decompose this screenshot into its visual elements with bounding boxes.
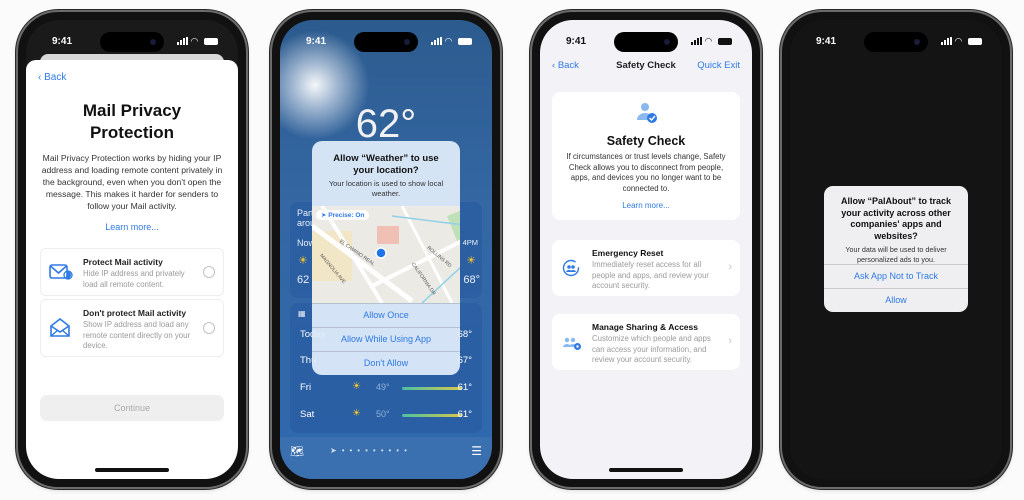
alert-message: Your data will be used to deliver person…	[845, 245, 947, 264]
continue-button[interactable]: Continue	[40, 395, 224, 421]
ask-not-to-track-button[interactable]: Ask App Not to Track	[824, 264, 968, 288]
card-description: If circumstances or trust levels change,…	[566, 152, 726, 193]
sun-icon: ☀	[352, 381, 361, 392]
wifi-icon: ◠	[955, 36, 962, 46]
manage-sharing-row[interactable]: Manage Sharing & Access Customize which …	[552, 314, 740, 370]
day-high: 61°	[457, 382, 472, 393]
envelope-shield-icon	[49, 263, 73, 281]
safety-check-header-card: Safety Check If circumstances or trust l…	[552, 92, 740, 220]
phone-weather-location: 9:41 ◠ 62° Part… arou… Now ☀ 62 4PM ☀ 68…	[272, 12, 500, 487]
wifi-icon: ◠	[445, 36, 452, 46]
hour-temp: 68°	[463, 274, 480, 286]
location-permission-alert: Allow “Weather” to use your location? Yo…	[312, 141, 460, 375]
sun-icon: ☀	[352, 408, 361, 419]
day-high: 61°	[457, 409, 472, 420]
dynamic-island	[614, 32, 678, 52]
battery-icon	[458, 38, 472, 45]
page-dots[interactable]: ➤•••••••••	[330, 446, 412, 455]
signal-icon	[941, 37, 952, 45]
home-indicator	[95, 468, 169, 472]
radio-button[interactable]	[203, 266, 215, 278]
screen: 9:41 ◠ Safety Check ‹ Back Quick Exit Sa…	[540, 20, 752, 479]
day-low: 50°	[376, 409, 390, 419]
open-envelope-icon	[49, 317, 71, 337]
alert-title: Allow “PalAbout” to track your activity …	[840, 196, 951, 241]
allow-while-using-button[interactable]: Allow While Using App	[312, 327, 460, 351]
allow-tracking-button[interactable]: Allow	[824, 288, 968, 312]
phone-mail-privacy: 9:41 ◠ ‹ Back Mail Privacy Protection Ma…	[18, 12, 246, 487]
status-time: 9:41	[306, 36, 327, 47]
battery-icon	[204, 38, 218, 45]
quick-exit-button[interactable]: Quick Exit	[697, 60, 740, 71]
home-indicator	[609, 468, 683, 472]
temp-range-bar	[402, 414, 462, 417]
signal-icon	[691, 37, 702, 45]
tracking-permission-alert: Allow “PalAbout” to track your activity …	[824, 186, 968, 312]
signal-icon	[431, 37, 442, 45]
day-low: 49°	[376, 382, 390, 392]
option-dont-protect-mail[interactable]: Don't protect Mail activity Show IP addr…	[40, 299, 224, 357]
learn-more-link[interactable]: Learn more...	[552, 201, 740, 210]
card-title: Safety Check	[606, 134, 686, 148]
radio-button[interactable]	[203, 322, 215, 334]
chevron-right-icon: ›	[728, 261, 732, 273]
screen: 9:41 ◠ ‹ Back Mail Privacy Protection Ma…	[26, 20, 238, 479]
back-button[interactable]: ‹ Back	[552, 60, 579, 71]
hour-label: 4PM	[462, 238, 478, 247]
list-icon[interactable]: ☰	[471, 444, 482, 458]
description: Mail Privacy Protection works by hiding …	[41, 153, 223, 211]
calendar-icon: ▦	[298, 309, 306, 318]
dynamic-island	[354, 32, 418, 52]
precise-toggle[interactable]: ➤ Precise: On	[316, 210, 370, 220]
page-title: Mail Privacy Protection	[82, 101, 182, 142]
day-label: Sat	[300, 409, 315, 420]
emergency-reset-icon	[562, 259, 580, 277]
manage-sharing-icon	[562, 333, 581, 351]
navigation-bar: Safety Check ‹ Back Quick Exit	[540, 60, 752, 78]
chevron-right-icon: ›	[728, 335, 732, 347]
person-checkmark-icon	[636, 102, 658, 129]
dont-allow-button[interactable]: Don't Allow	[312, 351, 460, 375]
map-icon[interactable]: 🗺︎	[290, 445, 304, 458]
dynamic-island	[864, 32, 928, 52]
battery-icon	[718, 38, 732, 45]
battery-icon	[968, 38, 982, 45]
phone-app-tracking: 9:41 ◠ Allow “PalAbout” to track your ac…	[782, 12, 1010, 487]
emergency-reset-row[interactable]: Emergency Reset Immediately reset access…	[552, 240, 740, 296]
status-time: 9:41	[566, 36, 587, 47]
weather-tab-bar: 🗺︎ ➤••••••••• ☰	[280, 437, 492, 479]
signal-icon	[177, 37, 188, 45]
screen: 9:41 ◠ 62° Part… arou… Now ☀ 62 4PM ☀ 68…	[280, 20, 492, 479]
alert-message: Your location is used to show local weat…	[328, 179, 444, 198]
alert-title: Allow “Weather” to use your location?	[333, 153, 439, 176]
phone-safety-check: 9:41 ◠ Safety Check ‹ Back Quick Exit Sa…	[532, 12, 760, 487]
location-map: ➤ Precise: On EL CAMINO REAL MAGNOLIA AV…	[312, 206, 460, 303]
screen: 9:41 ◠ Allow “PalAbout” to track your ac…	[790, 20, 1002, 479]
day-label: Fri	[300, 382, 312, 393]
learn-more-link[interactable]: Learn more...	[26, 222, 238, 232]
hour-temp: 62	[297, 274, 310, 286]
back-button[interactable]: ‹ Back	[38, 72, 66, 83]
wifi-icon: ◠	[191, 36, 198, 46]
mail-privacy-sheet: ‹ Back Mail Privacy Protection Mail Priv…	[26, 60, 238, 479]
option-protect-mail[interactable]: Protect Mail activity Hide IP address an…	[40, 248, 224, 296]
allow-once-button[interactable]: Allow Once	[312, 303, 460, 327]
sun-icon: ☀	[298, 255, 308, 267]
wifi-icon: ◠	[705, 36, 712, 46]
dynamic-island	[100, 32, 164, 52]
temp-range-bar	[402, 387, 462, 390]
sun-icon: ☀	[466, 255, 476, 267]
status-time: 9:41	[52, 36, 73, 47]
status-time: 9:41	[816, 36, 837, 47]
